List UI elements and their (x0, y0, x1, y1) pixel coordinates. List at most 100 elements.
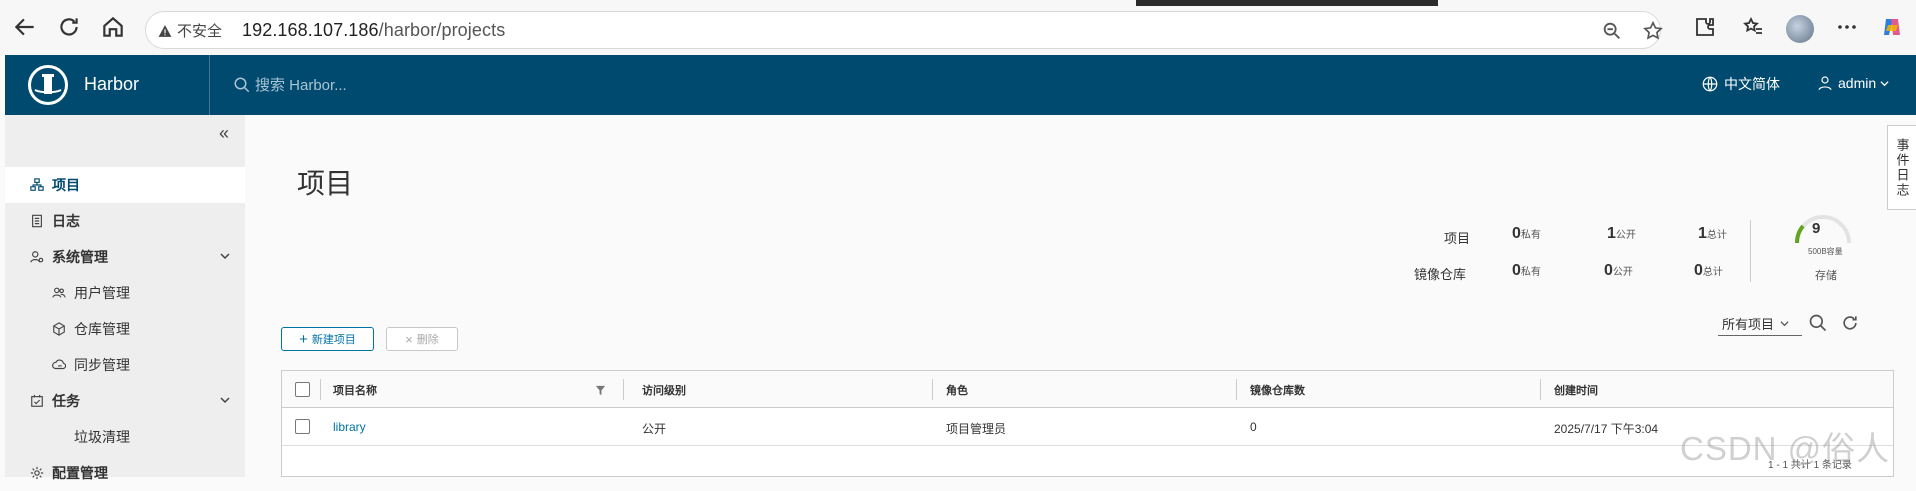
address-bar[interactable]: 不安全 192.168.107.186/harbor/projects (145, 11, 1664, 49)
column-separator (320, 379, 321, 400)
table-row[interactable]: library 公开 项目管理员 0 2025/7/17 下午3:04 (282, 408, 1893, 446)
home-icon[interactable] (100, 14, 126, 40)
close-icon: × (405, 331, 413, 347)
sidebar-label: 垃圾清理 (74, 429, 130, 445)
chevron-down-icon[interactable] (219, 394, 231, 406)
more-icon[interactable] (1835, 15, 1859, 39)
warning-icon (158, 24, 172, 37)
chevron-down-icon (1780, 321, 1789, 327)
column-header-access[interactable]: 访问级别 (642, 382, 686, 398)
extensions-icon[interactable] (1693, 15, 1717, 39)
brand-name[interactable]: Harbor (84, 74, 139, 95)
count-label: 总计 (1702, 267, 1723, 278)
sidebar-item-projects[interactable]: 项目 (5, 167, 245, 203)
column-header-repo-count[interactable]: 镜像仓库数 (1250, 382, 1305, 398)
watermark: CSDN @俗人 (1680, 430, 1891, 467)
summary-projects-public: 1公开 (1607, 225, 1636, 243)
new-project-button[interactable]: + 新建项目 (281, 327, 374, 351)
refresh-icon[interactable] (56, 14, 82, 40)
refresh-icon[interactable] (1840, 313, 1860, 333)
summary-projects-total: 1总计 (1698, 225, 1727, 243)
summary-projects-private: 0私有 (1512, 225, 1541, 243)
users-icon (52, 287, 66, 298)
plus-icon: + (299, 330, 308, 348)
sidebar-label: 同步管理 (74, 357, 130, 373)
project-name-link[interactable]: library (333, 420, 366, 434)
creation-time: 2025/7/17 下午3:04 (1554, 422, 1659, 436)
sidebar-item-registries[interactable]: 仓库管理 (5, 311, 245, 347)
count-value: 0 (1604, 262, 1613, 279)
harbor-logo-icon[interactable] (28, 65, 68, 105)
favorites-icon[interactable] (1741, 15, 1765, 39)
access-level: 公开 (642, 422, 667, 436)
admin-icon (30, 251, 44, 263)
summary-repos-total: 0总计 (1694, 262, 1723, 280)
copilot-icon[interactable] (1880, 15, 1904, 39)
globe-icon (1702, 76, 1718, 92)
security-label: 不安全 (177, 23, 223, 40)
chevron-down-icon[interactable] (219, 250, 231, 262)
button-label: 新建项目 (311, 334, 356, 346)
sidebar-item-admin[interactable]: 系统管理 (5, 239, 245, 275)
search-icon (234, 77, 250, 92)
sidebar-label: 日志 (52, 213, 80, 229)
url-text[interactable]: 192.168.107.186/harbor/projects (242, 20, 505, 41)
page-title: 项目 (297, 168, 354, 199)
config-icon (30, 466, 44, 480)
user-menu[interactable]: admin (1816, 74, 1889, 92)
sidebar-label: 系统管理 (52, 249, 108, 265)
registry-icon (53, 322, 65, 336)
column-header-role[interactable]: 角色 (946, 382, 968, 398)
projects-icon (30, 178, 44, 191)
url-path: /harbor/projects (378, 20, 506, 40)
filter-icon[interactable] (595, 385, 606, 396)
count-value: 0 (1694, 262, 1703, 279)
count-label: 公开 (1612, 267, 1633, 278)
sidebar-item-logs[interactable]: 日志 (5, 203, 245, 239)
profile-avatar[interactable] (1786, 15, 1814, 43)
summary-repos-public: 0公开 (1604, 262, 1633, 280)
url-host: 192.168.107.186 (242, 20, 379, 40)
projects-table: 项目名称 访问级别 角色 镜像仓库数 创建时间 library 公开 项目管理员… (281, 370, 1894, 477)
sidebar-label: 项目 (52, 177, 80, 193)
favorite-star-icon[interactable] (1642, 20, 1664, 42)
storage-quota: 500B容量 (1808, 247, 1843, 256)
project-filter-select[interactable]: 所有项目 (1718, 312, 1802, 336)
count-label: 总计 (1706, 230, 1727, 241)
search-input[interactable]: 搜索 Harbor... (255, 74, 347, 95)
language-label: 中文简体 (1724, 76, 1780, 92)
event-log-tab[interactable]: 事件日志 (1887, 125, 1916, 210)
language-selector[interactable]: 中文简体 (1701, 74, 1780, 94)
chevron-down-icon (1880, 80, 1889, 86)
search-icon[interactable] (1808, 313, 1828, 333)
row-checkbox[interactable] (295, 419, 310, 434)
sidebar-label: 任务 (52, 393, 80, 409)
user-icon (1818, 76, 1832, 91)
column-separator (1540, 379, 1541, 400)
zoom-out-icon[interactable] (1601, 20, 1623, 42)
column-header-name[interactable]: 项目名称 (333, 382, 377, 398)
count-label: 私有 (1520, 267, 1541, 278)
count-label: 公开 (1615, 230, 1636, 241)
collapse-sidebar-icon[interactable]: « (219, 123, 229, 144)
sidebar-item-tasks[interactable]: 任务 (5, 383, 245, 419)
table-header: 项目名称 访问级别 角色 镜像仓库数 创建时间 (282, 371, 1893, 408)
sidebar-item-users[interactable]: 用户管理 (5, 275, 245, 311)
count-value: 0 (1512, 262, 1521, 279)
global-search[interactable]: 搜索 Harbor... (233, 74, 347, 95)
delete-button[interactable]: × 删除 (386, 327, 458, 351)
security-indicator[interactable]: 不安全 (158, 20, 222, 41)
summary-repos-private: 0私有 (1512, 262, 1541, 280)
app-header: Harbor 搜索 Harbor... 中文简体 admin (5, 55, 1916, 115)
back-icon[interactable] (12, 14, 38, 40)
storage-label: 存储 (1815, 270, 1837, 282)
select-all-checkbox[interactable] (295, 382, 310, 397)
column-header-created[interactable]: 创建时间 (1554, 382, 1598, 398)
count-label: 私有 (1520, 230, 1541, 241)
sidebar-item-config[interactable]: 配置管理 (5, 455, 245, 491)
storage-gauge (1794, 215, 1851, 244)
summary-divider (1750, 220, 1751, 282)
sidebar-item-gc[interactable]: 垃圾清理 (5, 419, 245, 455)
sidebar-item-replications[interactable]: 同步管理 (5, 347, 245, 383)
